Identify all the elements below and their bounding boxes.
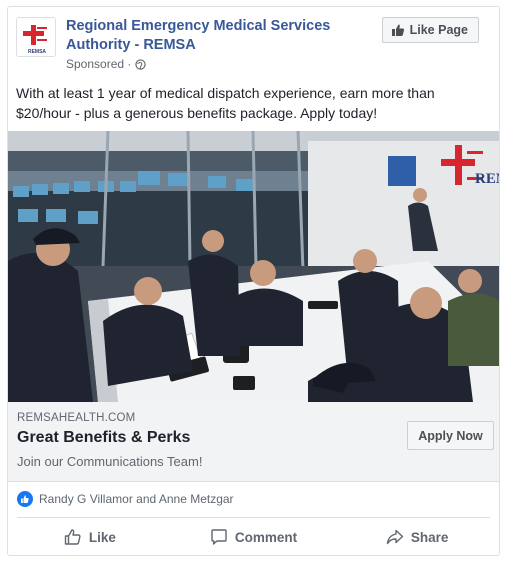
post-actions: Like Comment Share bbox=[8, 521, 499, 553]
like-reaction-icon bbox=[17, 491, 33, 507]
sponsored-label: Sponsored · bbox=[66, 57, 147, 71]
page-logo[interactable]: REMSA bbox=[16, 17, 56, 57]
ad-photo[interactable]: REM bbox=[8, 131, 499, 402]
logo-text: REMSA bbox=[28, 49, 46, 55]
comment-button[interactable]: Comment bbox=[172, 521, 336, 553]
link-description: Join our Communications Team! bbox=[17, 454, 203, 469]
reactions-summary[interactable]: Randy G Villamor and Anne Metzgar bbox=[17, 489, 234, 509]
globe-icon bbox=[135, 58, 147, 70]
link-headline[interactable]: Great Benefits & Perks bbox=[17, 429, 190, 447]
sponsored-text: Sponsored · bbox=[66, 57, 132, 71]
thumbs-up-icon bbox=[391, 24, 404, 36]
like-page-button[interactable]: Like Page bbox=[381, 17, 479, 43]
share-arrow-icon bbox=[386, 529, 404, 545]
sponsored-post-card: REMSA Regional Emergency Medical Service… bbox=[7, 6, 500, 556]
dispatch-center-illustration: REM bbox=[8, 131, 499, 402]
like-label: Like bbox=[88, 529, 116, 545]
post-body-text: With at least 1 year of medical dispatch… bbox=[16, 85, 435, 121]
like-button[interactable]: Like bbox=[8, 521, 172, 553]
link-domain: REMSAHEALTH.COM bbox=[17, 412, 136, 424]
action-divider bbox=[17, 517, 490, 518]
reaction-names[interactable]: Randy G Villamor and Anne Metzgar bbox=[39, 492, 234, 506]
apply-now-button[interactable]: Apply Now bbox=[407, 421, 494, 450]
comment-icon bbox=[211, 529, 227, 545]
thumbs-up-outline-icon bbox=[64, 529, 81, 545]
wall-sign-text: REM bbox=[475, 171, 499, 187]
share-button[interactable]: Share bbox=[335, 521, 499, 553]
remsa-cross-icon: REMSA bbox=[23, 25, 47, 55]
page-name-link[interactable]: Regional Emergency Medical Services Auth… bbox=[66, 17, 366, 55]
post-header: REMSA Regional Emergency Medical Service… bbox=[8, 7, 499, 83]
link-preview[interactable]: REMSAHEALTH.COM Great Benefits & Perks J… bbox=[8, 402, 499, 482]
comment-label: Comment bbox=[234, 529, 298, 545]
share-label: Share bbox=[410, 529, 449, 545]
like-page-label: Like Page bbox=[409, 23, 468, 37]
